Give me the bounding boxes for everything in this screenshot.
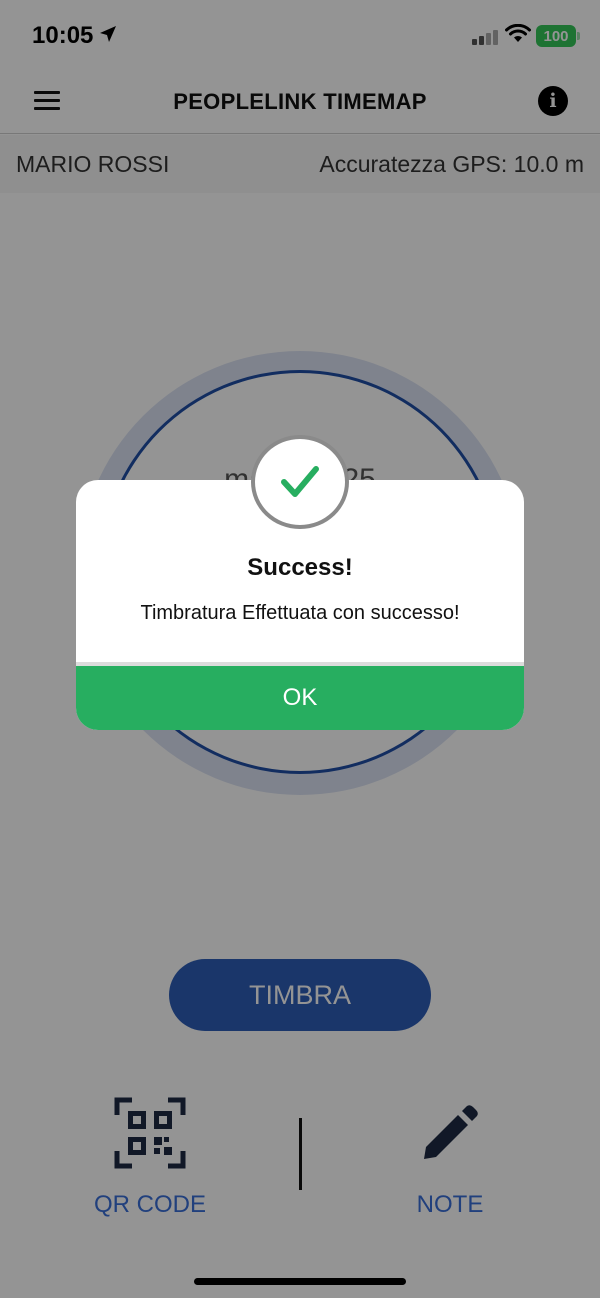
home-indicator[interactable] [194,1278,406,1285]
ok-button[interactable]: OK [76,666,524,730]
checkmark-icon [281,466,319,497]
success-badge [251,435,349,529]
dialog-title: Success! [247,554,353,581]
dialog-message: Timbratura Effettuata con successo! [140,602,460,624]
success-dialog: Success! Timbratura Effettuata con succe… [76,435,524,730]
